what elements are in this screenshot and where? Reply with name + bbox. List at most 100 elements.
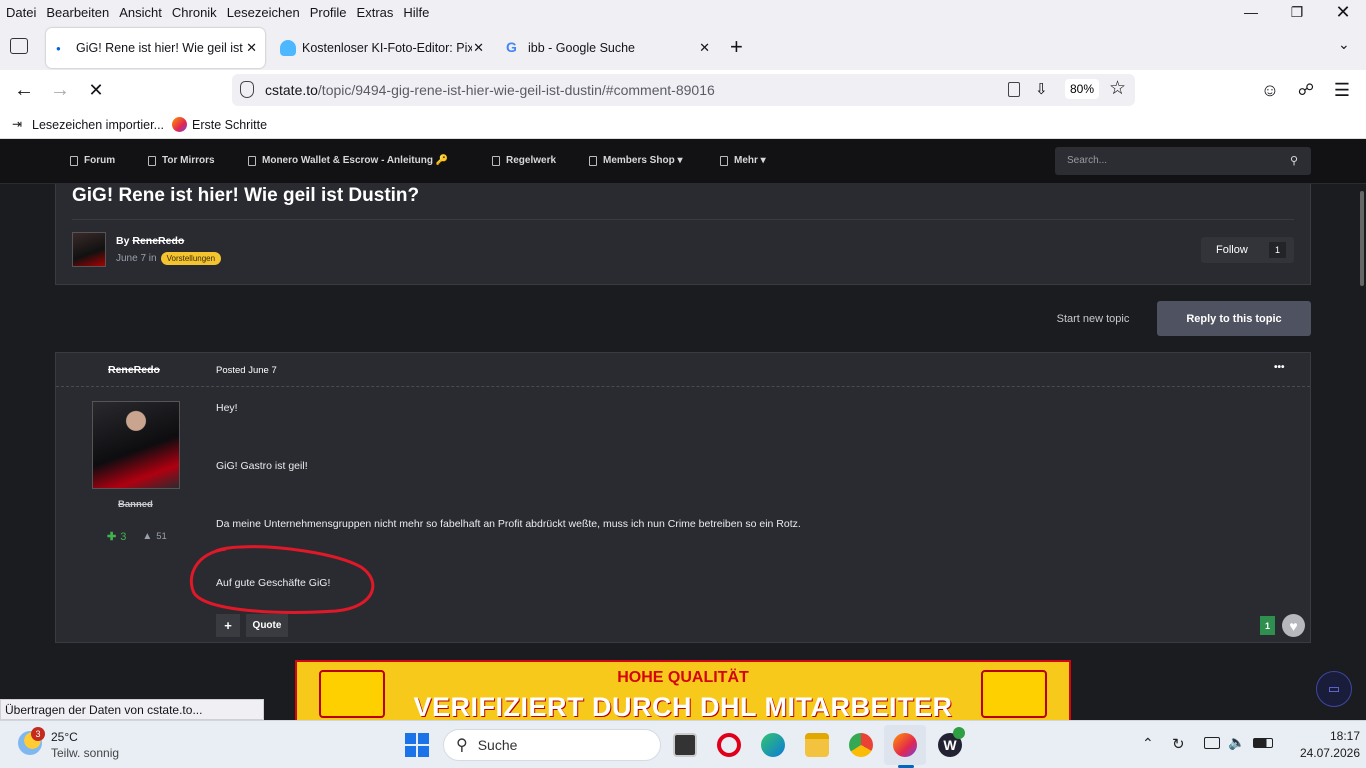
- menu-extras[interactable]: Extras: [353, 5, 398, 20]
- save-page-icon[interactable]: ⇩: [1035, 80, 1048, 98]
- opera-icon[interactable]: [717, 733, 741, 757]
- quote-button[interactable]: Quote: [246, 614, 288, 637]
- reader-view-icon[interactable]: [1008, 82, 1020, 97]
- minimize-button[interactable]: —: [1228, 0, 1274, 24]
- reply-button[interactable]: Reply to this topic: [1157, 301, 1311, 336]
- bookmarks-toolbar: ⇥ Lesezeichen importier... Erste Schritt…: [0, 110, 1366, 139]
- nav-label: Mehr ▾: [734, 155, 766, 166]
- tab-title: GiG! Rene ist hier! Wie geil ist D: [76, 41, 246, 55]
- tab-list-chevron-icon[interactable]: ⌄: [1338, 36, 1350, 53]
- navigation-bar: ← → ✕ cstate.to/topic/9494-gig-rene-ist-…: [0, 70, 1366, 110]
- display-icon[interactable]: [1204, 737, 1220, 749]
- ad-banner[interactable]: HOHE QUALITÄT VERIFIZIERT DURCH DHL MITA…: [295, 660, 1071, 720]
- new-tab-icon[interactable]: +: [730, 34, 743, 60]
- search-icon[interactable]: ⚲: [1290, 154, 1298, 167]
- reputation-plus-icon: ✚: [107, 531, 117, 543]
- sync-icon[interactable]: ↻: [1172, 735, 1185, 753]
- clock-date[interactable]: 24.07.2026: [1284, 746, 1360, 760]
- topic-author-link[interactable]: ReneRedo: [132, 235, 184, 247]
- tab-overview-icon[interactable]: [10, 38, 28, 54]
- nav-label: Monero Wallet & Escrow - Anleitung 🔑: [262, 155, 449, 166]
- restore-button[interactable]: ❐: [1274, 0, 1320, 24]
- app-menu-icon[interactable]: ☰: [1330, 78, 1354, 102]
- close-window-button[interactable]: ✕: [1320, 0, 1366, 24]
- bookmark-first-steps[interactable]: Erste Schritte: [192, 118, 267, 132]
- forward-icon[interactable]: →: [48, 78, 72, 102]
- firefox-icon[interactable]: [893, 733, 917, 757]
- menu-ansicht[interactable]: Ansicht: [115, 5, 166, 20]
- nav-monero-wallet[interactable]: Monero Wallet & Escrow - Anleitung 🔑: [248, 155, 448, 166]
- ad-headline: HOHE QUALITÄT: [617, 669, 749, 686]
- file-explorer-icon[interactable]: [805, 733, 829, 757]
- divider: [72, 219, 1294, 220]
- zoom-level[interactable]: 80%: [1065, 79, 1100, 99]
- menu-chronik[interactable]: Chronik: [168, 5, 221, 20]
- edge-icon[interactable]: [761, 733, 785, 757]
- back-icon[interactable]: ←: [12, 78, 36, 102]
- task-view-icon[interactable]: [673, 733, 697, 757]
- nav-forum[interactable]: Forum: [70, 155, 115, 166]
- menu-bearbeiten[interactable]: Bearbeiten: [42, 5, 113, 20]
- topic-title: GiG! Rene ist hier! Wie geil ist Dustin?: [72, 185, 420, 206]
- tab-title: Kostenloser KI-Foto-Editor: Pixlr: [302, 41, 472, 55]
- heart-reaction-icon[interactable]: ♥: [1282, 614, 1305, 637]
- close-tab-icon[interactable]: ✕: [473, 40, 484, 56]
- windows-start-icon[interactable]: [405, 733, 429, 757]
- battery-icon[interactable]: [1253, 738, 1273, 748]
- tab-title: ibb - Google Suche: [528, 41, 636, 55]
- chrome-icon[interactable]: [849, 733, 873, 757]
- menu-datei[interactable]: Datei: [2, 5, 40, 20]
- url-host: cstate.to: [265, 82, 318, 98]
- document-icon: [148, 155, 156, 166]
- import-icon: ⇥: [12, 117, 23, 131]
- nav-label: Members Shop ▾: [603, 155, 683, 166]
- post-line: Hey!: [216, 402, 238, 414]
- clock-time[interactable]: 18:17: [1304, 729, 1360, 743]
- nav-regelwerk[interactable]: Regelwerk: [492, 155, 556, 166]
- nav-tor-mirrors[interactable]: Tor Mirrors: [148, 155, 215, 166]
- follow-button[interactable]: Follow 1: [1201, 237, 1294, 263]
- scrollbar[interactable]: [1360, 191, 1364, 286]
- extensions-icon[interactable]: ☍: [1294, 78, 1318, 102]
- author-avatar[interactable]: [72, 232, 106, 267]
- bookmark-star-icon[interactable]: ☆: [1109, 77, 1126, 100]
- tab-pixlr[interactable]: Kostenloser KI-Foto-Editor: Pixlr ✕: [272, 28, 492, 68]
- post-author-name[interactable]: ReneRedo: [108, 364, 160, 376]
- post-options-icon[interactable]: •••: [1274, 362, 1285, 373]
- nav-label: Tor Mirrors: [162, 155, 215, 166]
- url-path: /topic/9494-gig-rene-ist-hier-wie-geil-i…: [317, 82, 715, 98]
- volume-icon[interactable]: 🔈: [1228, 734, 1245, 751]
- menu-profile[interactable]: Profile: [306, 5, 351, 20]
- shield-icon[interactable]: [240, 81, 254, 98]
- post-author-avatar[interactable]: [92, 401, 180, 489]
- post-count: 51: [156, 531, 167, 542]
- bookmark-import[interactable]: Lesezeichen importier...: [32, 118, 164, 132]
- menu-lesezeichen[interactable]: Lesezeichen: [223, 5, 304, 20]
- stop-loading-icon[interactable]: ✕: [84, 78, 108, 102]
- tab-google[interactable]: G ibb - Google Suche ✕: [498, 28, 718, 68]
- url-bar[interactable]: cstate.to/topic/9494-gig-rene-ist-hier-w…: [232, 74, 1135, 106]
- firefox-icon: [172, 117, 187, 132]
- red-circle-annotation: [189, 545, 375, 614]
- multiquote-button[interactable]: +: [216, 614, 240, 637]
- nav-members-shop[interactable]: Members Shop ▾: [589, 155, 682, 166]
- menu-hilfe[interactable]: Hilfe: [399, 5, 433, 20]
- reaction-count: 1: [1260, 616, 1275, 635]
- chat-bubble-icon[interactable]: ▭: [1316, 671, 1352, 707]
- tray-chevron-icon[interactable]: ⌃: [1142, 735, 1154, 752]
- document-icon: [589, 155, 597, 166]
- start-new-topic-button[interactable]: Start new topic: [1040, 306, 1146, 332]
- tab-active[interactable]: ● GiG! Rene ist hier! Wie geil ist D ✕: [46, 28, 265, 68]
- nav-mehr[interactable]: Mehr ▾: [720, 155, 766, 166]
- account-icon[interactable]: ☺: [1258, 78, 1282, 102]
- site-search-input[interactable]: Search...: [1055, 147, 1311, 175]
- taskbar-search-input[interactable]: ⚲ Suche: [443, 729, 661, 761]
- close-tab-icon[interactable]: ✕: [699, 40, 710, 56]
- weather-temp: 25°C: [51, 730, 78, 744]
- category-badge[interactable]: Vorstellungen: [160, 252, 222, 265]
- search-icon: ⚲: [456, 737, 468, 754]
- google-favicon-icon: G: [506, 39, 517, 55]
- close-tab-icon[interactable]: ✕: [246, 40, 257, 56]
- document-icon: [720, 155, 728, 166]
- user-role: Banned: [118, 499, 153, 510]
